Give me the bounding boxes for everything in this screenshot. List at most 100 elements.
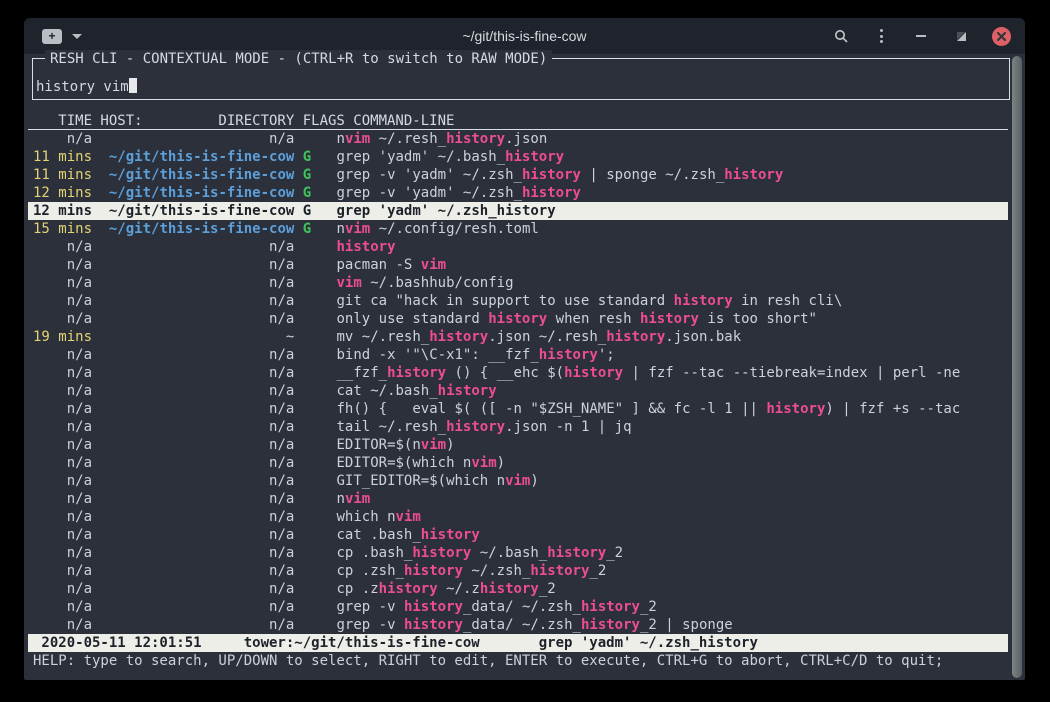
history-row[interactable]: n/a n/a GIT_EDITOR=$(which nvim) bbox=[28, 472, 1008, 490]
history-row[interactable]: n/a n/a pacman -S vim bbox=[28, 256, 1008, 274]
history-row[interactable]: n/a n/a EDITOR=$(which nvim) bbox=[28, 454, 1008, 472]
row-command-match: history bbox=[522, 185, 581, 201]
history-row[interactable]: n/a n/a which nvim bbox=[28, 508, 1008, 526]
new-tab-icon[interactable]: + bbox=[42, 29, 62, 44]
history-row[interactable]: n/a n/a nvim bbox=[28, 490, 1008, 508]
row-directory: n/a bbox=[100, 401, 294, 417]
row-command-text: .json ~/.resh_ bbox=[488, 329, 606, 345]
row-directory: n/a bbox=[100, 545, 294, 561]
history-row[interactable]: n/a n/a tail ~/.resh_history.json -n 1 |… bbox=[28, 418, 1008, 436]
history-row[interactable]: n/a n/a git ca "hack in support to use s… bbox=[28, 292, 1008, 310]
row-command-match: vim bbox=[337, 275, 362, 291]
row-command-text: .json bbox=[505, 131, 547, 147]
terminal-content: RESH CLI - CONTEXTUAL MODE - (CTRL+R to … bbox=[24, 58, 1025, 680]
history-row[interactable]: n/a n/a vim ~/.bashhub/config bbox=[28, 274, 1008, 292]
history-row[interactable]: 19 mins ~ mv ~/.resh_history.json ~/.res… bbox=[28, 328, 1008, 346]
history-row-selected[interactable]: 12 mins ~/git/this-is-fine-cow G grep 'y… bbox=[28, 202, 1008, 220]
history-row[interactable]: 15 mins ~/git/this-is-fine-cow G nvim ~/… bbox=[28, 220, 1008, 238]
history-row[interactable]: n/a n/a cp .zhistory ~/.zhistory_2 bbox=[28, 580, 1008, 598]
row-directory: n/a bbox=[100, 563, 294, 579]
row-command-match: history bbox=[674, 293, 733, 309]
resh-search-panel: RESH CLI - CONTEXTUAL MODE - (CTRL+R to … bbox=[32, 58, 1010, 100]
search-icon[interactable] bbox=[832, 27, 850, 45]
row-flags bbox=[303, 527, 311, 543]
row-command-match: vim bbox=[471, 455, 496, 471]
history-row[interactable]: 12 mins ~/git/this-is-fine-cow G grep -v… bbox=[28, 184, 1008, 202]
row-command-match: history bbox=[480, 581, 539, 597]
row-directory: n/a bbox=[100, 599, 294, 615]
history-row[interactable]: n/a n/a grep -v history_data/ ~/.zsh_his… bbox=[28, 616, 1008, 634]
row-command-text: _2 bbox=[640, 599, 657, 615]
scrollbar-thumb[interactable] bbox=[1012, 56, 1022, 678]
row-time: n/a bbox=[33, 437, 92, 453]
row-time: 12 mins bbox=[33, 185, 92, 201]
row-flags: G bbox=[303, 203, 311, 219]
row-directory: n/a bbox=[100, 437, 294, 453]
row-command-text: ~/.zsh_ bbox=[463, 563, 530, 579]
row-directory: n/a bbox=[100, 527, 294, 543]
row-directory: n/a bbox=[100, 509, 294, 525]
restore-icon[interactable] bbox=[952, 27, 970, 45]
row-command-match: history bbox=[766, 401, 825, 417]
kebab-menu-icon[interactable] bbox=[872, 27, 890, 45]
history-row[interactable]: n/a n/a grep -v history_data/ ~/.zsh_his… bbox=[28, 598, 1008, 616]
row-time: n/a bbox=[33, 473, 92, 489]
row-flags bbox=[303, 131, 311, 147]
history-row[interactable]: n/a n/a cp .zsh_history ~/.zsh_history_2 bbox=[28, 562, 1008, 580]
terminal-window: + ~/git/this-is-fine-cow RESH CLI - CONT… bbox=[24, 18, 1025, 680]
history-row[interactable]: 11 mins ~/git/this-is-fine-cow G grep -v… bbox=[28, 166, 1008, 184]
history-row[interactable]: n/a n/a cat ~/.bash_history bbox=[28, 382, 1008, 400]
history-row[interactable]: n/a n/a cp .bash_history ~/.bash_history… bbox=[28, 544, 1008, 562]
row-flags bbox=[303, 581, 311, 597]
chevron-down-icon[interactable] bbox=[72, 34, 82, 39]
close-icon[interactable] bbox=[992, 27, 1011, 46]
history-list: n/a n/a nvim ~/.resh_history.json11 mins… bbox=[28, 130, 1008, 634]
row-flags bbox=[303, 599, 311, 615]
history-row[interactable]: n/a n/a fh() { eval $( ([ -n "$ZSH_NAME"… bbox=[28, 400, 1008, 418]
history-row[interactable]: n/a n/a __fzf_history () { __ehc $(histo… bbox=[28, 364, 1008, 382]
row-time: n/a bbox=[33, 545, 92, 561]
row-flags bbox=[303, 401, 311, 417]
row-command-match: vim bbox=[396, 509, 421, 525]
history-row[interactable]: n/a n/a bind -x '"\C-x1": __fzf_history'… bbox=[28, 346, 1008, 364]
row-command-text: grep -v 'yadm' ~/.zsh_ bbox=[337, 167, 522, 183]
row-command-text: _data/ ~/.zsh_ bbox=[463, 617, 581, 633]
row-flags: G bbox=[303, 185, 311, 201]
row-time: 15 mins bbox=[33, 221, 92, 237]
history-row[interactable]: 11 mins ~/git/this-is-fine-cow G grep 'y… bbox=[28, 148, 1008, 166]
row-command-text: ~/.bashhub/config bbox=[362, 275, 514, 291]
row-command-text: grep 'yadm' ~/.bash_ bbox=[337, 149, 506, 165]
panel-title: RESH CLI - CONTEXTUAL MODE - (CTRL+R to … bbox=[45, 50, 552, 68]
row-directory: n/a bbox=[100, 581, 294, 597]
minimize-icon[interactable] bbox=[912, 27, 930, 45]
row-time: n/a bbox=[33, 563, 92, 579]
row-time: n/a bbox=[33, 347, 92, 363]
row-directory: n/a bbox=[100, 275, 294, 291]
row-flags: G bbox=[303, 221, 311, 237]
row-directory: n/a bbox=[100, 491, 294, 507]
row-time: n/a bbox=[33, 365, 92, 381]
row-command-match: history bbox=[438, 383, 497, 399]
row-command-text: git ca "hack in support to use standard bbox=[337, 293, 674, 309]
history-row[interactable]: n/a n/a nvim ~/.resh_history.json bbox=[28, 130, 1008, 148]
history-row[interactable]: n/a n/a history bbox=[28, 238, 1008, 256]
row-flags bbox=[303, 257, 311, 273]
search-input[interactable]: history vim bbox=[36, 78, 137, 96]
history-row[interactable]: n/a n/a only use standard history when r… bbox=[28, 310, 1008, 328]
row-time: n/a bbox=[33, 599, 92, 615]
row-time: n/a bbox=[33, 581, 92, 597]
row-flags bbox=[303, 509, 311, 525]
row-directory: n/a bbox=[100, 311, 294, 327]
row-command-match: history bbox=[446, 419, 505, 435]
row-command-match: history bbox=[446, 131, 505, 147]
row-time: 11 mins bbox=[33, 167, 92, 183]
row-command-match: history bbox=[497, 203, 556, 219]
row-directory: ~/git/this-is-fine-cow bbox=[100, 221, 294, 237]
row-flags bbox=[303, 365, 311, 381]
row-time: 11 mins bbox=[33, 149, 92, 165]
row-command-match: history bbox=[404, 617, 463, 633]
row-time: n/a bbox=[33, 131, 92, 147]
history-row[interactable]: n/a n/a cat .bash_history bbox=[28, 526, 1008, 544]
history-row[interactable]: n/a n/a EDITOR=$(nvim) bbox=[28, 436, 1008, 454]
row-command-text: ~/.resh_ bbox=[370, 131, 446, 147]
